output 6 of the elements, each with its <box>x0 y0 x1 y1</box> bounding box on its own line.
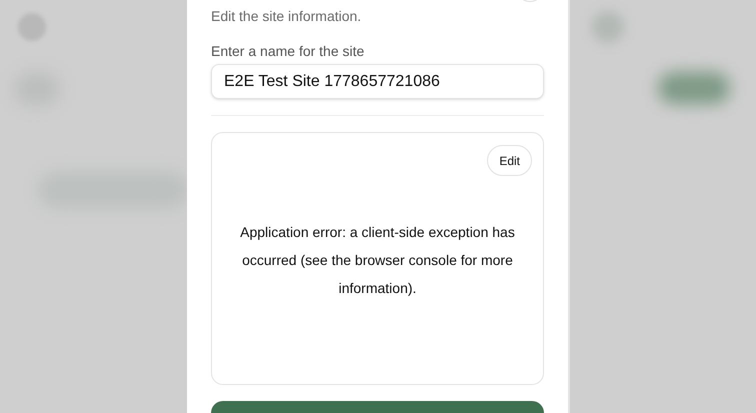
site-name-field[interactable]: E2E Test Site 1778657721086 <box>211 64 544 100</box>
dialog-description: Edit the site information. <box>211 7 362 26</box>
error-message: Application error: a client-side exception has occurred (see the browser console for more information). <box>239 222 516 298</box>
edit-button[interactable]: Edit <box>487 145 532 176</box>
blurred-shape <box>658 72 730 104</box>
field-label: Enter a name for the site <box>211 42 366 61</box>
